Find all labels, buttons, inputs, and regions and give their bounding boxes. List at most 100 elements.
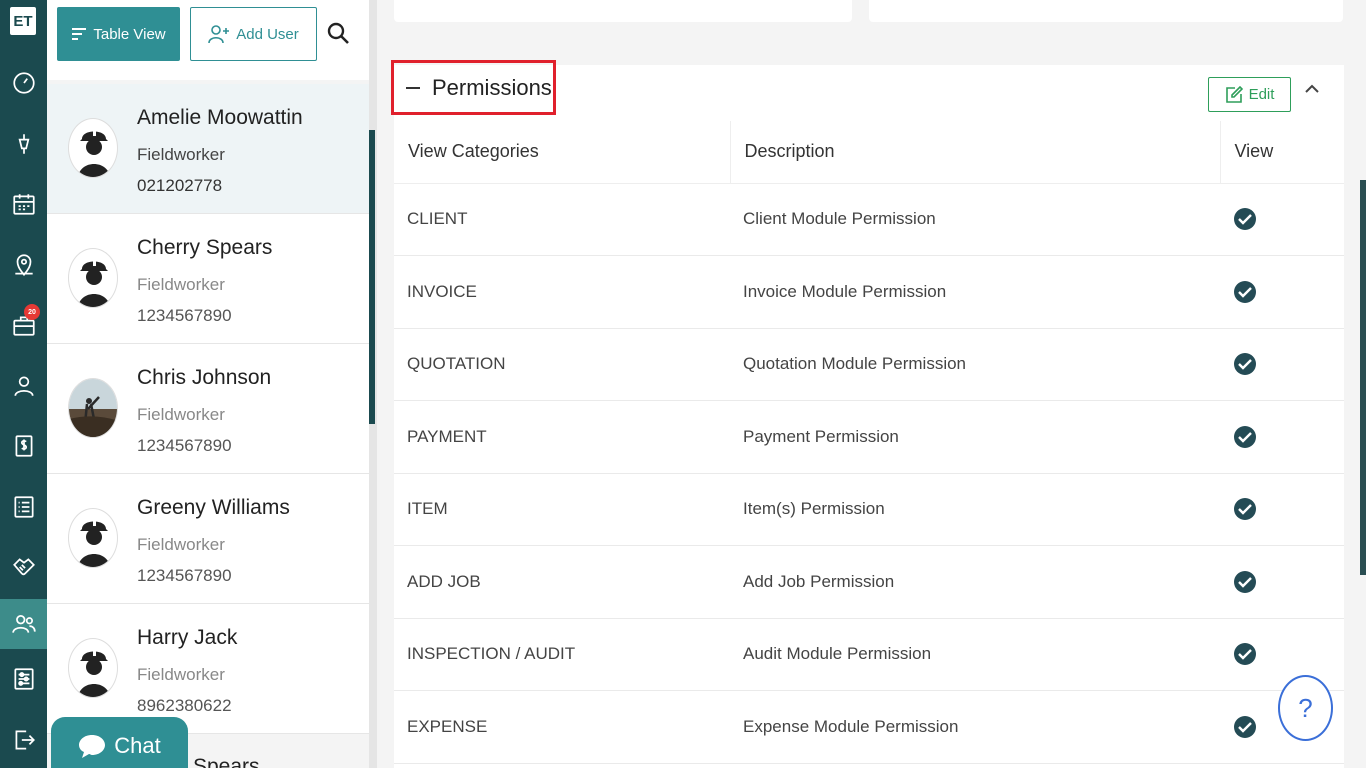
permissions-title-highlight[interactable]: Permissions xyxy=(391,60,556,115)
check-circle-icon xyxy=(1234,280,1256,303)
user-list-panel: Table View Add User Amelie Moowattin Fie… xyxy=(47,0,377,768)
description-cell: Item(s) Permission xyxy=(730,473,1220,546)
nav-billing[interactable] xyxy=(0,421,47,471)
description-cell: Expense Module Permission xyxy=(730,690,1220,764)
menu-lines-icon xyxy=(72,28,87,40)
nav-jobs[interactable]: 20 xyxy=(0,300,47,350)
user-phone: 021202778 xyxy=(137,176,223,195)
user-card[interactable]: Greeny Williams Fieldworker 1234567890 xyxy=(47,474,369,604)
view-cell xyxy=(1220,183,1344,256)
map-pin-icon xyxy=(14,254,33,277)
app-logo[interactable]: ET xyxy=(10,7,36,35)
user-role: Fieldworker xyxy=(137,405,225,424)
table-row: INVOICE Invoice Module Permission xyxy=(394,255,1344,329)
category-cell: CLIENT xyxy=(394,183,730,256)
description-cell: Quotation Module Permission xyxy=(730,328,1220,401)
nav-settings[interactable] xyxy=(0,654,47,704)
category-cell: EXPENSE xyxy=(394,690,730,764)
sliders-icon xyxy=(13,668,34,690)
worker-avatar xyxy=(68,118,118,178)
permissions-table: View Categories Description View CLIENT C… xyxy=(394,121,1344,764)
table-row: CLIENT Client Module Permission xyxy=(394,183,1344,256)
table-row: ITEM Item(s) Permission xyxy=(394,473,1344,546)
description-cell: Client Module Permission xyxy=(730,183,1220,256)
edit-button[interactable]: Edit xyxy=(1208,77,1291,112)
add-user-button[interactable]: Add User xyxy=(190,7,317,61)
dollar-icon xyxy=(15,435,32,457)
list-icon xyxy=(13,496,34,518)
notification-badge: 20 xyxy=(24,304,40,320)
user-card[interactable]: Amelie Moowattin Fieldworker 021202778 xyxy=(47,84,369,214)
view-cell xyxy=(1220,255,1344,329)
column-header: View Categories xyxy=(394,121,730,184)
user-phone: 1234567890 xyxy=(137,566,232,585)
user-name: Cherry Spears xyxy=(137,236,273,259)
view-cell xyxy=(1220,618,1344,691)
column-header: View xyxy=(1219,121,1344,184)
hardhat-worker-icon xyxy=(78,258,110,307)
check-circle-icon xyxy=(1234,643,1256,666)
column-header: Description xyxy=(729,121,1220,184)
check-circle-icon xyxy=(1234,715,1256,738)
nav-users[interactable] xyxy=(0,599,47,649)
user-name: Chris Johnson xyxy=(137,366,272,389)
user-phone: 8962380622 xyxy=(137,696,232,715)
nav-dashboard[interactable] xyxy=(0,58,47,108)
photo-avatar xyxy=(68,378,118,438)
user-phone: 1234567890 xyxy=(137,306,232,325)
dashboard-icon xyxy=(12,72,35,94)
nav-partners[interactable] xyxy=(0,542,47,592)
view-cell xyxy=(1220,473,1344,546)
user-card[interactable]: Cherry Spears Fieldworker 1234567890 xyxy=(47,214,369,344)
nav-map[interactable] xyxy=(0,240,47,290)
hardhat-worker-icon xyxy=(78,648,110,697)
nav-profile[interactable] xyxy=(0,361,47,411)
worker-avatar xyxy=(68,248,118,308)
nav-logout[interactable] xyxy=(0,715,47,765)
user-role: Fieldworker xyxy=(137,535,225,554)
user-role: Fieldworker xyxy=(137,665,225,684)
edit-label: Edit xyxy=(1248,86,1275,103)
main-scrollbar[interactable] xyxy=(1360,180,1366,575)
info-card-left xyxy=(394,0,852,22)
user-name: Harry Jack xyxy=(137,626,238,649)
description-cell: Payment Permission xyxy=(730,400,1220,474)
chat-button[interactable]: Chat xyxy=(51,717,188,768)
check-circle-icon xyxy=(1234,353,1256,376)
check-circle-icon xyxy=(1234,570,1256,593)
nav-rail: ET 20 xyxy=(0,0,47,768)
check-circle-icon xyxy=(1234,208,1256,231)
category-cell: PAYMENT xyxy=(394,400,730,474)
nav-calendar[interactable] xyxy=(0,179,47,229)
nav-list[interactable] xyxy=(0,482,47,532)
user-card[interactable]: Harry Jack Fieldworker 8962380622 xyxy=(47,604,369,734)
add-user-icon xyxy=(208,25,230,44)
handshake-icon xyxy=(12,558,35,576)
user-card[interactable]: Chris Johnson Fieldworker 1234567890 xyxy=(47,344,369,474)
nav-design[interactable] xyxy=(0,119,47,169)
table-row: PAYMENT Payment Permission xyxy=(394,400,1344,474)
add-user-label: Add User xyxy=(236,25,299,43)
category-cell: QUOTATION xyxy=(394,328,730,401)
list-scrollbar-thumb[interactable] xyxy=(369,130,375,424)
calendar-icon xyxy=(12,194,35,215)
check-circle-icon xyxy=(1234,425,1256,448)
list-scrollbar[interactable] xyxy=(369,0,377,768)
table-row: ADD JOB Add Job Permission xyxy=(394,545,1344,619)
search-icon[interactable] xyxy=(325,20,351,46)
chevron-up-icon[interactable] xyxy=(1302,79,1322,99)
user-role: Fieldworker xyxy=(137,145,225,164)
view-cell xyxy=(1220,328,1344,401)
user-card-list: Amelie Moowattin Fieldworker 021202778 C… xyxy=(47,84,369,734)
description-cell: Audit Module Permission xyxy=(730,618,1220,691)
list-toolbar: Table View Add User xyxy=(47,0,377,80)
logout-icon xyxy=(15,730,35,750)
table-row: QUOTATION Quotation Module Permission xyxy=(394,328,1344,401)
hardhat-worker-icon xyxy=(78,128,110,177)
help-button[interactable]: ? xyxy=(1278,675,1333,741)
landscape-photo xyxy=(69,379,117,437)
info-card-right xyxy=(869,0,1343,22)
category-cell: INSPECTION / AUDIT xyxy=(394,618,730,691)
view-cell xyxy=(1220,545,1344,619)
table-view-button[interactable]: Table View xyxy=(57,7,180,61)
